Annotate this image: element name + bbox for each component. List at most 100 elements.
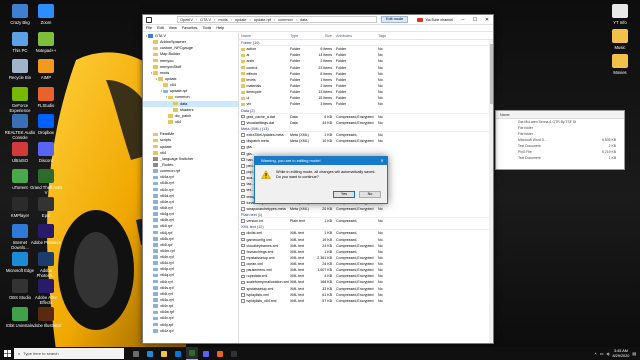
- cell-type: Plain text: [290, 219, 305, 224]
- column-attributes[interactable]: Attributes: [334, 33, 376, 39]
- cell-size: 20 KB: [322, 206, 332, 211]
- youtube-channel-link[interactable]: YouTube channel: [417, 17, 453, 22]
- folder-tree[interactable]: ▾ GTA V AddonSpawner custom_NPCgauge Map Bui…: [143, 33, 239, 343]
- breadcrumb-item[interactable]: common: [278, 18, 293, 22]
- folder-icon: [153, 304, 158, 309]
- taskbar-app-button[interactable]: [144, 347, 156, 360]
- desktop-icon[interactable]: Adobe Premiere: [30, 224, 62, 245]
- menu-item[interactable]: View: [169, 26, 177, 30]
- list-item[interactable]: Text Document 1 KB: [496, 155, 624, 161]
- desktop-icon[interactable]: Adobe Photosh...: [30, 251, 62, 278]
- desktop-icon[interactable]: Movies: [604, 54, 636, 75]
- file-icon: [241, 158, 245, 162]
- taskbar-app-button[interactable]: [158, 347, 170, 360]
- dialog-close-icon[interactable]: ✕: [377, 157, 387, 165]
- folder-icon: [241, 78, 245, 82]
- folder-icon: [153, 279, 158, 284]
- background-explorer-window[interactable]: Name Get McLaren Senna & GTR By TSF Stud…: [495, 110, 625, 170]
- folder-icon: [153, 46, 158, 51]
- folder-icon: [153, 310, 158, 315]
- folder-icon: [168, 120, 173, 124]
- table-row[interactable]: tvplaylists_x64.xml XML text 57 KB Compress…: [239, 298, 493, 304]
- taskbar-app-button[interactable]: [214, 347, 226, 360]
- app-icon: [38, 59, 54, 73]
- folder-icon: [153, 157, 158, 161]
- app-icon: [147, 350, 153, 357]
- desktop-icon[interactable]: Grand Theft Auto V: [30, 169, 62, 195]
- file-icon: [241, 299, 245, 303]
- desktop-icon[interactable]: AIMP: [30, 59, 62, 80]
- desktop-icon[interactable]: FLStudio: [30, 86, 62, 108]
- desktop-icons-right: YT Info Music Movies: [600, 0, 640, 340]
- desktop-icon[interactable]: Dropbox: [30, 114, 62, 135]
- desktop-icon[interactable]: Adobe After Effects: [30, 279, 62, 305]
- menu-item[interactable]: Help: [216, 26, 224, 30]
- folder-icon: [153, 200, 158, 204]
- app-icon: [38, 86, 54, 101]
- notification-icon[interactable]: ▤: [632, 351, 636, 356]
- edit-mode-button[interactable]: Edit mode: [381, 16, 409, 23]
- close-icon[interactable]: ✕: [481, 15, 493, 25]
- no-button[interactable]: No: [359, 191, 381, 198]
- taskbar-app-button[interactable]: [172, 347, 184, 360]
- system-tray: ˄ ▭ ◂) 3:45 AM 8/29/2020 ▤: [595, 349, 640, 358]
- desktop-icon[interactable]: Adobe Illustrator: [30, 306, 62, 328]
- breadcrumb-item[interactable]: update: [235, 18, 247, 22]
- app-icon: [12, 224, 28, 238]
- scrollbar-thumb[interactable]: [489, 44, 493, 104]
- address-bar[interactable]: OpenIV › GTA V › mods › update › update.rpf › comm…: [177, 16, 377, 23]
- app-icon: [133, 350, 139, 357]
- folder-icon: [241, 65, 245, 70]
- volume-icon[interactable]: ◂): [606, 351, 609, 356]
- minimize-icon[interactable]: –: [457, 15, 469, 25]
- breadcrumb-item[interactable]: mods: [218, 18, 227, 22]
- cell-tags: No: [378, 139, 383, 144]
- menu-item[interactable]: Tools: [202, 26, 211, 30]
- maximize-icon[interactable]: ☐: [469, 15, 481, 25]
- menu-item[interactable]: Favorites: [182, 26, 198, 30]
- tree-item[interactable]: x64z.rpf: [143, 328, 238, 334]
- taskbar-app-button[interactable]: [200, 347, 212, 360]
- column-tags[interactable]: Tags: [376, 33, 406, 39]
- app-icon: [217, 350, 223, 357]
- breadcrumb-item[interactable]: data: [300, 18, 307, 22]
- file-icon: [241, 194, 245, 199]
- desktop-icon[interactable]: Notepad++: [30, 31, 62, 53]
- dialog-title: Warning, you are in editing mode!: [261, 158, 321, 163]
- taskbar-app-button[interactable]: [228, 347, 240, 360]
- chevron-up-icon[interactable]: ˄: [595, 352, 597, 356]
- folder-icon: [241, 59, 245, 64]
- breadcrumb-item[interactable]: update.rpf: [254, 18, 271, 22]
- taskbar-app-button[interactable]: [186, 347, 198, 360]
- desktop-icon[interactable]: Music: [604, 29, 636, 50]
- menu-item[interactable]: Edit: [157, 26, 164, 30]
- breadcrumb-item[interactable]: OpenIV: [180, 18, 193, 22]
- breadcrumb-separator: ›: [273, 17, 276, 22]
- file-icon: [241, 287, 245, 291]
- taskbar-search-box[interactable]: ⌕ Type here to search: [14, 348, 124, 359]
- folder-icon: [153, 193, 158, 198]
- cell-name: tvplaylists_x64.xml: [239, 298, 290, 304]
- desktop-icon[interactable]: YT Info: [604, 4, 636, 25]
- desktop-icon[interactable]: Zoom: [30, 4, 62, 25]
- folder-icon: [153, 187, 158, 192]
- youtube-label: YouTube channel: [425, 17, 453, 22]
- folder-icon: [173, 101, 178, 106]
- dialog-title-bar: Warning, you are in editing mode! ✕: [255, 157, 387, 165]
- taskbar-app-button[interactable]: [130, 347, 142, 360]
- vertical-scrollbar[interactable]: [489, 40, 493, 343]
- desktop-icon[interactable]: Epic: [30, 196, 62, 218]
- breadcrumb-item[interactable]: GTA V: [200, 18, 211, 22]
- app-icon: [38, 141, 54, 156]
- network-icon[interactable]: ▭: [600, 351, 604, 356]
- start-button[interactable]: [0, 347, 14, 360]
- clock[interactable]: 3:45 AM 8/29/2020: [613, 349, 630, 358]
- desktop-icon[interactable]: Discord: [30, 141, 62, 163]
- column-name[interactable]: Name: [239, 33, 290, 39]
- menu-item[interactable]: File: [146, 26, 152, 30]
- column-type[interactable]: Type: [290, 33, 316, 39]
- column-size[interactable]: Size: [316, 33, 334, 39]
- clock-time: 3:45 AM: [613, 349, 628, 353]
- yes-button[interactable]: Yes: [333, 191, 355, 198]
- openiv-app-icon: [146, 16, 152, 23]
